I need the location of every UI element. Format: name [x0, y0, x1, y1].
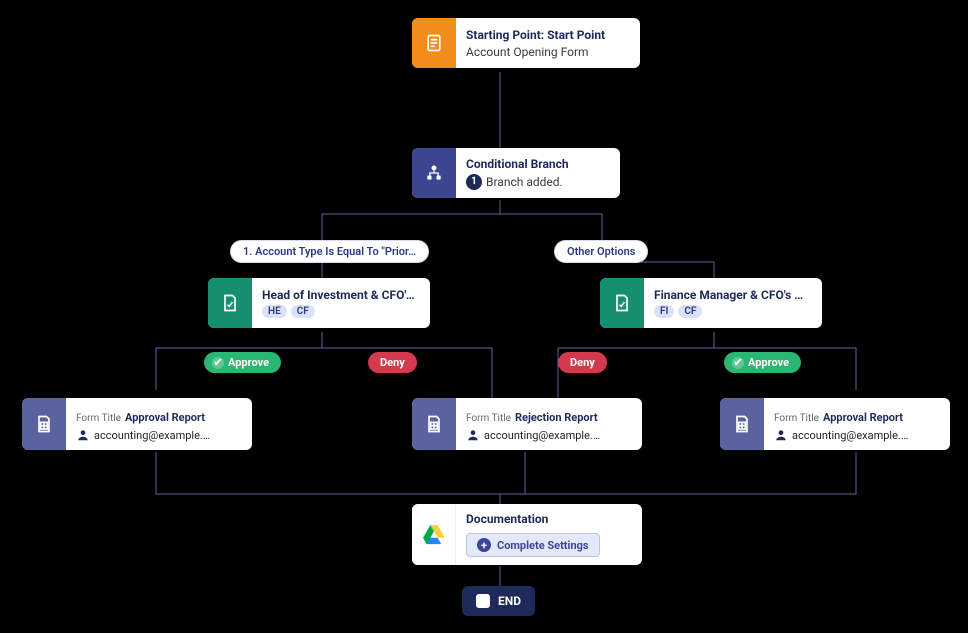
report-left-title: Approval Report	[125, 411, 205, 424]
report-node-mid[interactable]: Form Title Rejection Report accounting@ex…	[412, 398, 642, 450]
approver-tag: CF	[291, 305, 315, 318]
user-icon	[774, 428, 788, 442]
user-icon	[76, 428, 90, 442]
approval-node-left[interactable]: Head of Investment & CFO's … HE CF	[208, 278, 430, 328]
approval-node-right[interactable]: Finance Manager & CFO's A… FI CF	[600, 278, 822, 328]
google-drive-icon	[412, 504, 456, 565]
status-deny-left: Deny	[368, 352, 417, 373]
report-left-user: accounting@example.…	[94, 429, 210, 442]
branch-count-badge: 1	[466, 174, 482, 190]
report-mid-user: accounting@example.…	[484, 429, 600, 442]
branch-condition-left[interactable]: 1. Account Type Is Equal To "Prior…	[230, 240, 429, 263]
report-mid-title: Rejection Report	[515, 411, 598, 424]
documentation-node[interactable]: Documentation +Complete Settings	[412, 504, 642, 565]
approval-icon	[600, 278, 644, 328]
end-label: END	[498, 594, 521, 608]
approval-left-title: Head of Investment & CFO's …	[262, 288, 418, 302]
form-title-label: Form Title	[76, 413, 121, 424]
doc-title: Documentation	[466, 512, 630, 526]
stop-icon	[476, 594, 490, 608]
branch-icon	[412, 148, 456, 198]
approval-icon	[208, 278, 252, 328]
report-right-user: accounting@example.…	[792, 429, 908, 442]
report-node-right[interactable]: Form Title Approval Report accounting@exa…	[720, 398, 950, 450]
start-node[interactable]: Starting Point: Start Point Account Open…	[412, 18, 640, 68]
status-approve-left: ✔Approve	[204, 352, 281, 373]
approver-tag: FI	[654, 305, 674, 318]
report-icon	[720, 398, 764, 450]
complete-settings-button[interactable]: +Complete Settings	[466, 533, 600, 557]
status-approve-right: ✔Approve	[724, 352, 801, 373]
report-right-title: Approval Report	[823, 411, 903, 424]
approver-tag: CF	[678, 305, 702, 318]
approver-tag: HE	[262, 305, 287, 318]
report-node-left[interactable]: Form Title Approval Report accounting@exa…	[22, 398, 252, 450]
form-title-label: Form Title	[466, 413, 511, 424]
form-title-label: Form Title	[774, 413, 819, 424]
cond-text: Branch added.	[486, 175, 563, 189]
branch-condition-right[interactable]: Other Options	[554, 240, 648, 263]
report-icon	[22, 398, 66, 450]
end-node: END	[462, 586, 535, 616]
cond-title: Conditional Branch	[466, 157, 608, 171]
user-icon	[466, 428, 480, 442]
start-subtitle: Account Opening Form	[466, 45, 628, 59]
approval-right-title: Finance Manager & CFO's A…	[654, 288, 810, 302]
start-title: Starting Point: Start Point	[466, 28, 628, 42]
plus-icon: +	[477, 538, 491, 552]
form-icon	[412, 18, 456, 68]
status-deny-right: Deny	[558, 352, 607, 373]
conditional-branch-node[interactable]: Conditional Branch 1 Branch added.	[412, 148, 620, 198]
report-icon	[412, 398, 456, 450]
